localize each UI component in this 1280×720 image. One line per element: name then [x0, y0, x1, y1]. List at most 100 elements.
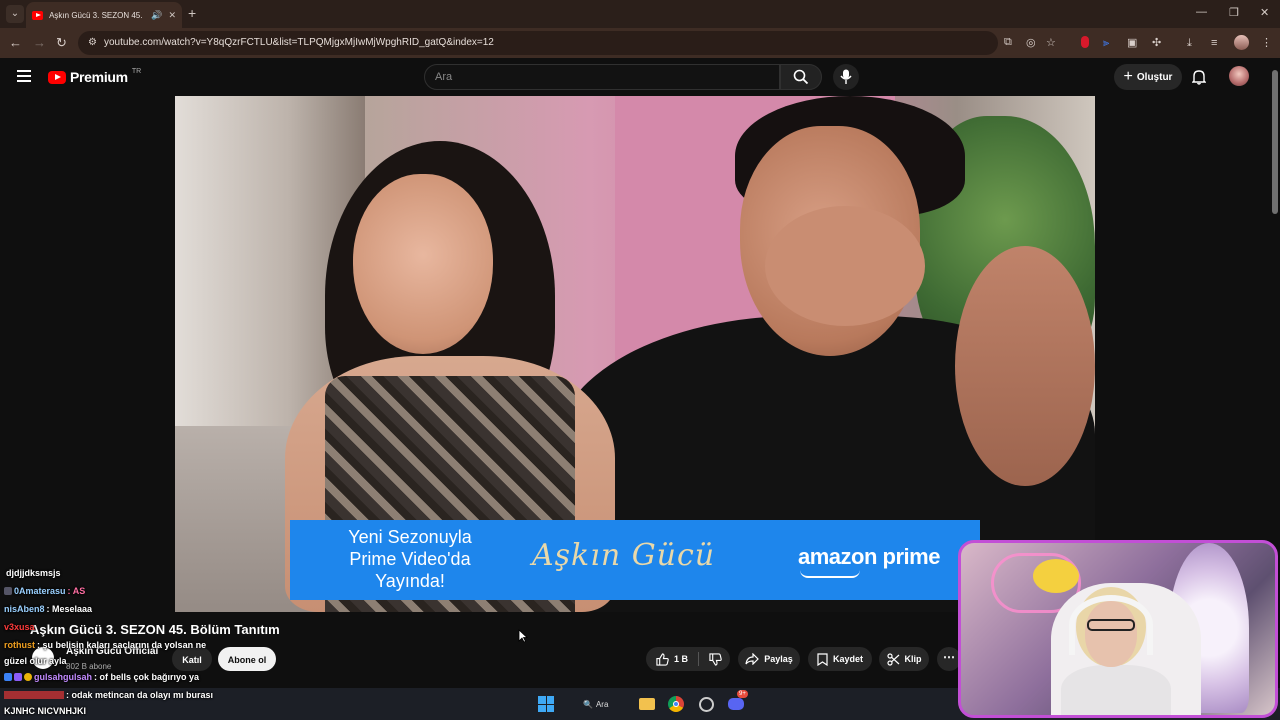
- chat-message: djdjjdksmsjs: [4, 568, 61, 578]
- create-button[interactable]: + Oluştur: [1114, 64, 1182, 90]
- chat-text: : AS: [67, 586, 86, 596]
- youtube-header: Premium TR + Oluştur: [0, 58, 1280, 96]
- scissors-icon: [886, 652, 899, 666]
- logo-text: Premium: [70, 69, 128, 85]
- banner-line: Prime Video'da: [349, 549, 471, 569]
- start-button[interactable]: [538, 694, 554, 714]
- voice-search-button[interactable]: [833, 64, 859, 90]
- chat-text: KJNHC NICVNHJKI: [4, 706, 87, 716]
- tab-title: Aşkın Gücü 3. SEZON 45. B: [49, 10, 146, 20]
- show-logo: Aşkın Gücü: [532, 538, 716, 573]
- thumbs-up-icon: [656, 652, 669, 666]
- video-title: Aşkın Gücü 3. SEZON 45. Bölüm Tanıtım: [30, 622, 280, 637]
- audio-icon[interactable]: 🔊: [151, 10, 162, 21]
- webcam-streamer-body: [1061, 665, 1171, 715]
- chat-badge-icon: [24, 673, 32, 681]
- chat-username: rothust: [4, 640, 35, 650]
- site-info-icon[interactable]: ⚙: [88, 37, 97, 48]
- youtube-play-icon: [48, 70, 66, 84]
- forward-icon[interactable]: →: [33, 36, 46, 50]
- taskbar-search[interactable]: 🔍 Ara: [574, 694, 622, 714]
- chat-badge-icon: [4, 673, 12, 681]
- search-icon: [793, 69, 809, 85]
- amazon-prime-logo: amazon prime: [798, 544, 940, 578]
- discord-icon[interactable]: 9+: [727, 690, 748, 714]
- chat-username: gulsahgulsah: [34, 672, 93, 682]
- create-label: Oluştur: [1136, 71, 1173, 83]
- like-dislike-group: 1 B: [646, 647, 730, 671]
- browser-menu-icon[interactable]: ⋮: [1261, 36, 1272, 50]
- chat-message: KJNHC NICVNHJKI: [4, 706, 86, 716]
- extensions-puzzle-icon[interactable]: ✣: [1152, 36, 1161, 50]
- subscriber-count: 802 B abone: [66, 662, 112, 671]
- restore-icon[interactable]: ❐: [1229, 6, 1239, 19]
- dislike-button[interactable]: [700, 647, 730, 671]
- address-bar[interactable]: ⚙ youtube.com/watch?v=Y8qQzrFCTLU&list=T…: [78, 31, 1056, 55]
- streamer-webcam: [958, 540, 1278, 718]
- share-icon: [745, 653, 760, 665]
- notification-badge: 9+: [737, 690, 748, 698]
- chat-message: : odak metincan da olayı mı burası: [4, 690, 213, 700]
- like-divider: [698, 652, 699, 666]
- chat-text: güzel olur ayla: [4, 656, 67, 666]
- youtube-favicon-icon: [32, 10, 44, 20]
- webcam-plush-toy: [1033, 559, 1079, 593]
- extension-red-icon[interactable]: [1081, 36, 1089, 52]
- like-button[interactable]: 1 B: [646, 647, 698, 671]
- extension-audio-icon[interactable]: ⫸: [1103, 36, 1109, 50]
- video-scene-man-hand: [765, 206, 925, 326]
- clip-label: Klip: [904, 654, 922, 664]
- search-button[interactable]: [780, 64, 822, 90]
- browser-profile-avatar[interactable]: [1234, 35, 1249, 50]
- search-box: [424, 64, 780, 90]
- chat-username: 0Amaterasu: [14, 586, 66, 596]
- video-scene-man-arm: [955, 246, 1095, 486]
- page-scrollbar-thumb[interactable]: [1272, 70, 1278, 214]
- mouse-cursor-icon: [518, 629, 528, 643]
- back-icon[interactable]: ←: [9, 36, 22, 50]
- app-icon[interactable]: [697, 694, 715, 714]
- search-input[interactable]: [425, 65, 725, 89]
- thumbs-down-icon: [708, 652, 722, 666]
- save-button[interactable]: Kaydet: [808, 647, 872, 671]
- extension-tool-icon[interactable]: ▣: [1127, 36, 1137, 50]
- join-button[interactable]: Katıl: [172, 647, 212, 671]
- chat-message: 0Amaterasu: AS: [4, 586, 85, 596]
- chat-message: rothust: şu belisin kaları saçlarını da …: [4, 640, 206, 650]
- tracking-protection-icon[interactable]: ◎: [1026, 36, 1036, 49]
- share-label: Paylaş: [764, 654, 793, 664]
- clip-button[interactable]: Klip: [879, 647, 929, 671]
- chat-text: : şu belisin kaları saçlarını da yolsan …: [37, 640, 207, 650]
- chat-text: : of bells çok bağırıyo ya: [94, 672, 200, 682]
- close-window-icon[interactable]: ✕: [1260, 6, 1269, 19]
- notifications-bell-icon[interactable]: [1192, 69, 1206, 85]
- save-label: Kaydet: [832, 654, 863, 664]
- new-tab-button[interactable]: +: [188, 5, 196, 21]
- chrome-icon[interactable]: [667, 694, 685, 714]
- taskbar-search-label: Ara: [595, 699, 609, 709]
- browser-tab[interactable]: Aşkın Gücü 3. SEZON 45. B 🔊 ✕: [26, 2, 182, 28]
- menu-hamburger-icon[interactable]: [17, 70, 31, 85]
- file-explorer-icon[interactable]: [638, 694, 656, 714]
- chat-username-redacted: [4, 691, 64, 699]
- bookmark-star-icon[interactable]: ☆: [1046, 36, 1056, 49]
- plus-icon: +: [1123, 68, 1133, 85]
- chat-username: nisAben8: [4, 604, 45, 614]
- user-avatar[interactable]: [1229, 66, 1249, 86]
- install-app-icon[interactable]: ⧉: [1004, 36, 1012, 49]
- browser-tab-bar: ⌄ Aşkın Gücü 3. SEZON 45. B 🔊 ✕ + — ❐ ✕: [0, 0, 1280, 28]
- download-icon[interactable]: ⤓: [1187, 36, 1192, 50]
- url-text: youtube.com/watch?v=Y8qQzrFCTLU&list=TLP…: [104, 37, 494, 48]
- minimize-icon[interactable]: —: [1196, 6, 1207, 18]
- subscribe-button[interactable]: Abone ol: [218, 647, 276, 671]
- reading-list-icon[interactable]: ≡: [1211, 36, 1217, 50]
- search-icon: 🔍: [583, 699, 593, 709]
- tab-search-button[interactable]: ⌄: [6, 5, 24, 23]
- reload-icon[interactable]: ↻: [56, 36, 67, 50]
- country-code: TR: [131, 67, 142, 75]
- youtube-premium-logo[interactable]: Premium TR: [48, 67, 142, 85]
- close-tab-icon[interactable]: ✕: [168, 10, 176, 21]
- windows-logo-icon: [538, 696, 554, 712]
- share-button[interactable]: Paylaş: [738, 647, 800, 671]
- banner-line: Yeni Sezonuyla: [348, 527, 472, 547]
